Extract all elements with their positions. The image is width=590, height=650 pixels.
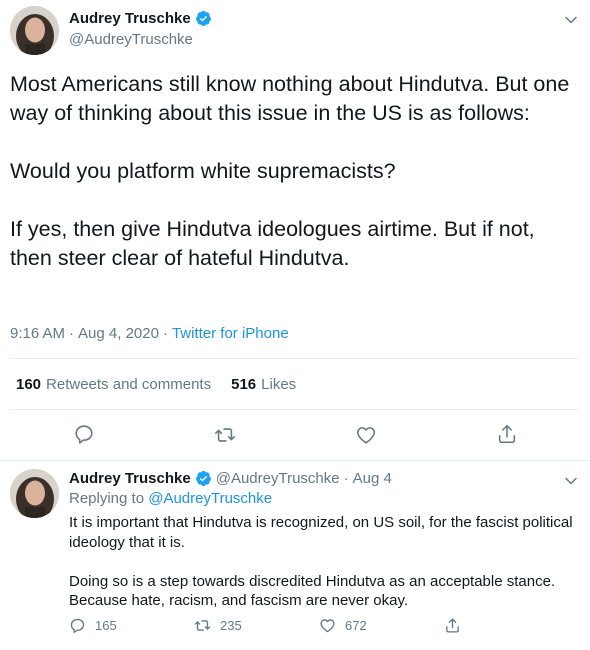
tweet-date[interactable]: Aug 4	[353, 470, 392, 487]
tweet-text: It is important that Hindutva is recogni…	[69, 514, 573, 609]
chevron-down-icon[interactable]	[564, 474, 578, 488]
divider	[10, 409, 578, 410]
divider	[10, 358, 578, 359]
chevron-down-icon[interactable]	[564, 13, 578, 27]
tweet-date[interactable]: Aug 4, 2020	[78, 325, 159, 342]
like-icon	[356, 427, 376, 444]
likes-stat[interactable]: 516 Likes	[231, 376, 296, 393]
meta-separator: ·	[343, 470, 349, 487]
handle[interactable]: @AudreyTruschke	[216, 470, 340, 487]
likes-label: Likes	[261, 376, 297, 393]
engagement-stats: 160 Retweets and comments 516 Likes	[16, 376, 316, 393]
reply-tweet[interactable]: Audrey Truschke @AudreyTruschke · Aug 4 …	[0, 461, 590, 650]
share-button[interactable]	[496, 423, 518, 445]
reply-header: Audrey Truschke @AudreyTruschke · Aug 4	[69, 470, 392, 487]
retweet-count: 235	[220, 618, 242, 633]
reply-button[interactable]: 165	[69, 617, 194, 634]
likes-count: 516	[231, 376, 257, 393]
like-button[interactable]: 672	[319, 617, 444, 634]
avatar[interactable]	[10, 469, 59, 518]
verified-badge-icon	[195, 470, 211, 487]
main-tweet: Audrey Truschke @AudreyTruschke Most Ame…	[0, 0, 590, 461]
tweet-meta: 9:16 AM · Aug 4, 2020 · Twitter for iPho…	[10, 325, 289, 342]
display-name[interactable]: Audrey Truschke	[69, 470, 191, 487]
handle[interactable]: @AudreyTruschke	[69, 31, 193, 48]
replying-mention-link[interactable]: @AudreyTruschke	[148, 490, 272, 507]
retweets-stat[interactable]: 160 Retweets and comments	[16, 376, 211, 393]
retweet-button[interactable]: 235	[194, 617, 319, 634]
reply-action-bar: 165 235 672	[69, 617, 569, 634]
replying-to: Replying to @AudreyTruschke	[69, 490, 272, 507]
tweet-text: Most Americans still know nothing about …	[10, 72, 570, 270]
share-button[interactable]	[444, 617, 569, 634]
reply-button[interactable]	[73, 423, 95, 445]
meta-separator: ·	[162, 325, 168, 342]
retweet-button[interactable]	[214, 424, 236, 446]
retweet-icon	[194, 620, 211, 631]
reply-icon	[70, 618, 85, 634]
display-name[interactable]: Audrey Truschke	[69, 10, 191, 27]
retweets-label: Retweets and comments	[46, 376, 212, 393]
share-icon	[446, 618, 459, 633]
verified-badge-icon	[195, 10, 211, 27]
tweet-source-link[interactable]: Twitter for iPhone	[172, 325, 289, 342]
like-icon	[320, 619, 335, 633]
reply-count: 165	[95, 618, 117, 633]
author-name-row[interactable]: Audrey Truschke	[69, 10, 212, 27]
avatar[interactable]	[10, 6, 59, 55]
retweet-icon	[215, 428, 235, 442]
like-count: 672	[345, 618, 367, 633]
retweets-count: 160	[16, 376, 42, 393]
like-button[interactable]	[355, 424, 377, 446]
reply-icon	[75, 425, 93, 444]
tweet-time[interactable]: 9:16 AM	[10, 325, 65, 342]
replying-prefix: Replying to	[69, 490, 145, 507]
share-icon	[498, 424, 516, 444]
meta-separator: ·	[69, 325, 75, 342]
